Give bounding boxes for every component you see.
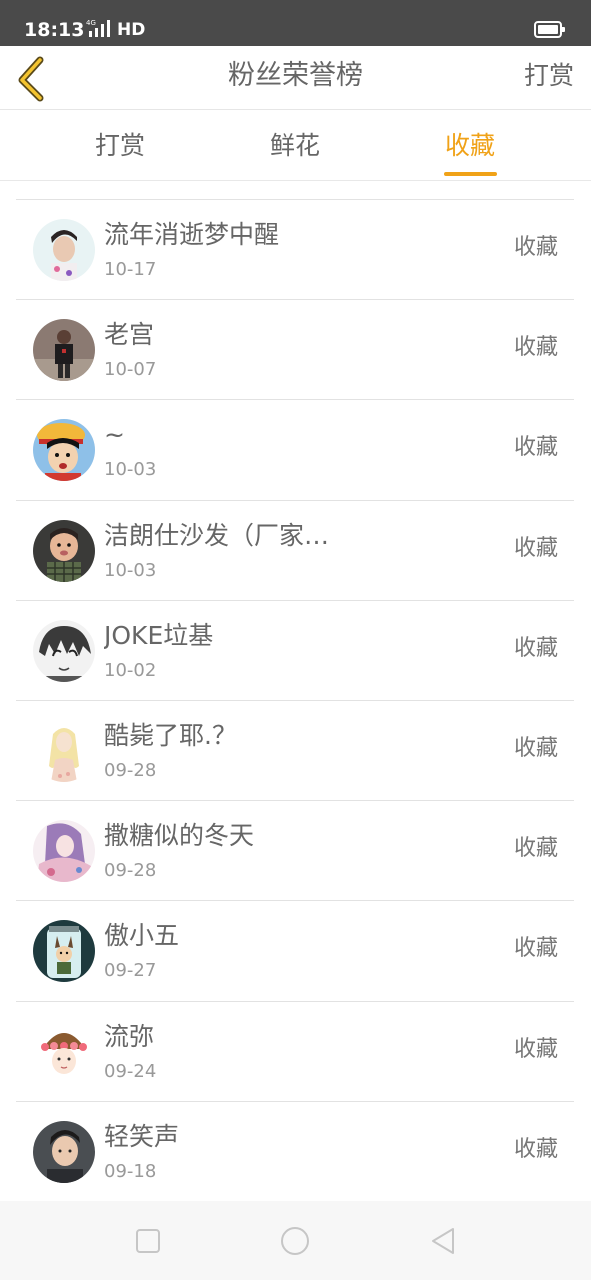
nav-back-button[interactable] — [427, 1225, 459, 1257]
avatar[interactable] — [33, 619, 95, 682]
avatar-anime-girl-purple — [33, 820, 95, 883]
fan-action-label: 收藏 — [513, 635, 558, 661]
avatar[interactable] — [33, 820, 95, 883]
signal-icon: 4G — [86, 19, 110, 37]
list-item[interactable]: 老宫 10-07 收藏 — [16, 300, 574, 401]
fan-date: 10-17 — [104, 259, 157, 280]
list-item[interactable]: JOKE垃基 10-02 收藏 — [16, 601, 574, 701]
list-item[interactable]: 流弥 09-24 收藏 — [16, 1002, 574, 1102]
home-button[interactable] — [279, 1225, 311, 1257]
fan-date: 09-28 — [104, 759, 157, 781]
fan-date: 09-18 — [104, 1160, 157, 1182]
avatar[interactable] — [33, 319, 95, 382]
avatar-young-man-portrait — [33, 1120, 95, 1183]
square-icon — [136, 1229, 160, 1253]
avatar-man-standing-photo — [33, 319, 95, 382]
tab-reward[interactable]: 打赏 — [95, 129, 145, 163]
fan-date: 10-03 — [104, 459, 157, 481]
avatar[interactable] — [33, 519, 95, 582]
fan-name: 酷毙了耶.？ — [104, 720, 237, 750]
list-item[interactable]: 流年消逝梦中醒 10-17 收藏 — [16, 200, 574, 301]
avatar[interactable] — [33, 419, 95, 482]
avatar[interactable] — [33, 219, 95, 281]
active-tab-indicator — [444, 172, 497, 176]
list-item[interactable]: 撒糖似的冬天 09-28 收藏 — [16, 801, 574, 902]
status-bar: 18:13 4G HD — [0, 0, 591, 46]
reward-button[interactable]: 打赏 — [524, 58, 574, 94]
fan-name: JOKE垃基 — [104, 620, 214, 650]
fan-name: 撒糖似的冬天 — [104, 821, 255, 851]
avatar-flower-crown-girl — [33, 1020, 95, 1083]
list-item[interactable]: 洁朗仕沙发（厂家… 10-03 收藏 — [16, 501, 574, 601]
avatar[interactable] — [33, 1020, 95, 1083]
circle-icon — [281, 1227, 309, 1255]
status-time: 18:13 — [24, 19, 85, 41]
tab-bar: 打赏 鲜花 收藏 — [0, 111, 591, 181]
fan-date: 09-24 — [104, 1060, 157, 1082]
fan-date: 09-27 — [104, 960, 157, 982]
tab-favorites[interactable]: 收藏 — [445, 129, 495, 163]
fan-action-label: 收藏 — [513, 936, 558, 962]
avatar-manga-sketch — [33, 619, 95, 682]
recents-button[interactable] — [132, 1225, 164, 1257]
fan-name: 流年消逝梦中醒 — [104, 220, 280, 249]
list-item[interactable]: 酷毙了耶.？ 09-28 收藏 — [16, 701, 574, 802]
fan-name: 傲小五 — [104, 921, 180, 951]
fan-name: 轻笑声 — [104, 1121, 180, 1151]
system-nav-bar — [0, 1201, 591, 1280]
spacer — [0, 182, 591, 199]
triangle-back-icon — [432, 1228, 454, 1254]
list-item[interactable]: 傲小五 09-27 收藏 — [16, 901, 574, 1002]
list-item[interactable]: 轻笑声 09-18 收藏 — [16, 1102, 574, 1202]
fan-date: 10-02 — [104, 659, 157, 681]
avatar-cartoon-boy-straw-hat — [33, 419, 95, 482]
fan-name: ~ — [104, 420, 125, 450]
fan-action-label: 收藏 — [513, 836, 558, 862]
battery-icon — [534, 21, 565, 38]
avatar-blonde-girl-drawing — [33, 719, 95, 782]
fan-action-label: 收藏 — [513, 535, 558, 561]
header: 粉丝荣誉榜 打赏 — [0, 46, 591, 110]
page-title: 粉丝荣誉榜 — [228, 60, 363, 91]
avatar[interactable] — [33, 920, 95, 983]
fan-action-label: 收藏 — [513, 735, 558, 761]
network-label: HD — [117, 20, 146, 40]
fan-date: 10-03 — [104, 559, 157, 581]
avatar-baby-photo — [33, 519, 95, 582]
fan-action-label: 收藏 — [513, 335, 558, 361]
fan-action-label: 收藏 — [513, 1136, 558, 1162]
fan-date: 10-07 — [104, 359, 157, 381]
fan-name: 洁朗仕沙发（厂家… — [104, 520, 330, 550]
avatar-bunny-jar-cartoon — [33, 920, 95, 983]
fan-list: 流年消逝梦中醒 10-17 收藏 老宫 10-07 收藏 ~ 10-03 收藏 … — [16, 199, 574, 1202]
avatar[interactable] — [33, 719, 95, 782]
fan-action-label: 收藏 — [513, 1036, 558, 1062]
tab-flowers[interactable]: 鲜花 — [270, 129, 320, 163]
fan-action-label: 收藏 — [513, 235, 558, 260]
avatar[interactable] — [33, 1120, 95, 1183]
fan-name: 流弥 — [104, 1021, 155, 1051]
network-type-label: 4G — [86, 19, 96, 27]
list-item[interactable]: ~ 10-03 收藏 — [16, 400, 574, 501]
avatar-young-man-photo — [33, 219, 95, 281]
fan-date: 09-28 — [104, 860, 157, 882]
fan-name: 老宫 — [104, 320, 155, 350]
fan-action-label: 收藏 — [513, 435, 558, 461]
